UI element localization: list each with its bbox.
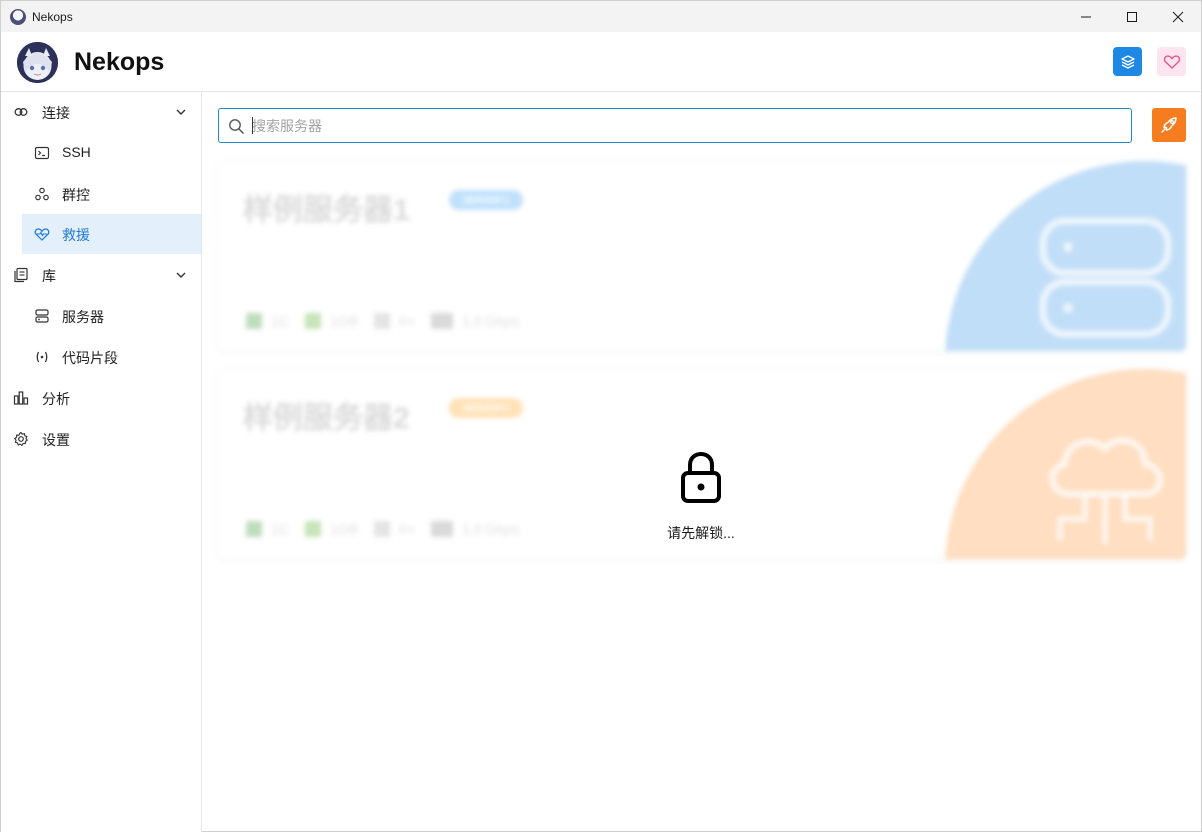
layers-button[interactable] (1113, 47, 1142, 76)
sidebar-item-ssh[interactable]: SSH (22, 133, 201, 173)
server-icon (1039, 217, 1172, 338)
chevron-down-icon (176, 272, 186, 278)
cpu-spec: 1C (246, 313, 289, 329)
maximize-icon (1127, 11, 1137, 22)
rocket-icon (1161, 117, 1177, 133)
terminal-icon (34, 146, 50, 160)
brand-name: Nekops (74, 48, 165, 76)
sidebar-group-library[interactable]: 库 (1, 255, 201, 295)
network-icon (430, 521, 453, 537)
server-specs: 1C 1GB 0+ 1.0 Gbps (246, 313, 535, 329)
memory-value: 1GB (329, 521, 358, 537)
search-input[interactable] (252, 115, 1112, 137)
sidebar-item-label: 救援 (62, 227, 90, 243)
disk-value: 0+ (398, 521, 415, 537)
launch-button[interactable] (1152, 108, 1186, 142)
disk-spec: 0+ (373, 313, 415, 329)
server-specs: 1C 1GB 0+ 1.0 Gbps (246, 521, 535, 537)
avatar-image (17, 42, 58, 83)
sidebar-item-snippets[interactable]: 代码片段 (22, 337, 201, 377)
text-caret (252, 117, 253, 134)
app-window: Nekops Nekops 连接 SSH 群控 救援 库 服务器 代码片段 分析… (0, 0, 1202, 832)
network-spec: 1.0 Gbps (430, 521, 519, 537)
gear-icon (14, 431, 28, 446)
disk-spec: 0+ (373, 521, 415, 537)
sidebar-item-label: 群控 (62, 187, 90, 203)
title-bar: Nekops (1, 1, 1201, 32)
memory-value: 1GB (329, 313, 358, 329)
cpu-value: 1C (271, 313, 289, 329)
sidebar-group-label: 分析 (42, 391, 70, 407)
code-brackets-icon (36, 351, 48, 363)
memory-spec: 1GB (304, 313, 358, 329)
search-icon (229, 119, 245, 135)
app-icon (10, 8, 26, 25)
close-button[interactable] (1155, 1, 1201, 32)
disk-value: 0+ (398, 313, 415, 329)
sidebar-group-label: 库 (42, 268, 56, 284)
memory-spec: 1GB (304, 521, 358, 537)
server-name: 样例服务器1 (243, 194, 410, 227)
sidebar-group-label: 连接 (42, 105, 70, 121)
cpu-icon (246, 313, 262, 329)
unlock-prompt: 请先解锁... (667, 525, 735, 541)
network-spec: 1.0 Gbps (430, 313, 519, 329)
cpu-spec: 1C (246, 521, 289, 537)
memory-icon (304, 313, 321, 329)
lock-icon (681, 451, 721, 503)
sidebar-item-label: 服务器 (62, 309, 104, 325)
heartbeat-icon (34, 228, 50, 241)
sidebar-group-label: 设置 (42, 432, 70, 448)
server-card[interactable]: 样例服务器1 SERVER-1 1C 1GB 0+ 1.0 Gbps (218, 161, 1186, 351)
heart-icon (1163, 54, 1180, 69)
maximize-button[interactable] (1109, 1, 1155, 32)
sidebar: 连接 SSH 群控 救援 库 服务器 代码片段 分析 设置 (1, 92, 202, 832)
layers-icon (1120, 54, 1135, 69)
server-icon (35, 309, 49, 323)
link-icon (14, 108, 28, 116)
sidebar-group-settings[interactable]: 设置 (1, 419, 201, 459)
sidebar-group-connect[interactable]: 连接 (1, 92, 201, 132)
avatar[interactable] (17, 42, 58, 83)
chevron-down-icon (176, 109, 186, 115)
library-icon (14, 267, 28, 283)
sidebar-item-label: 代码片段 (62, 350, 118, 366)
sponsor-button[interactable] (1157, 47, 1186, 76)
cpu-icon (246, 521, 262, 537)
network-icon (430, 313, 453, 329)
cloud-icon (1048, 437, 1164, 544)
window-title: Nekops (32, 9, 73, 24)
server-name: 样例服务器2 (243, 402, 410, 435)
network-value: 1.0 Gbps (461, 521, 519, 537)
sidebar-item-label: SSH (62, 144, 91, 160)
sidebar-group-analysis[interactable]: 分析 (1, 378, 201, 418)
server-tag: SERVER-1 (449, 190, 523, 210)
memory-icon (304, 521, 321, 537)
app-header: Nekops (1, 32, 1201, 92)
network-value: 1.0 Gbps (461, 313, 519, 329)
sidebar-item-rescue[interactable]: 救援 (22, 214, 201, 254)
sidebar-item-group-control[interactable]: 群控 (22, 174, 201, 214)
disk-icon (373, 521, 390, 537)
minimize-button[interactable] (1063, 1, 1109, 32)
cpu-value: 1C (271, 521, 289, 537)
minimize-icon (1081, 16, 1091, 17)
search-box (218, 108, 1132, 143)
sidebar-item-servers[interactable]: 服务器 (22, 296, 201, 336)
cluster-icon (35, 187, 49, 201)
bar-chart-icon (13, 391, 29, 405)
window-controls (1063, 1, 1201, 32)
close-icon (1172, 11, 1184, 22)
server-tag: SERVER-2 (449, 398, 523, 418)
disk-icon (373, 313, 390, 329)
